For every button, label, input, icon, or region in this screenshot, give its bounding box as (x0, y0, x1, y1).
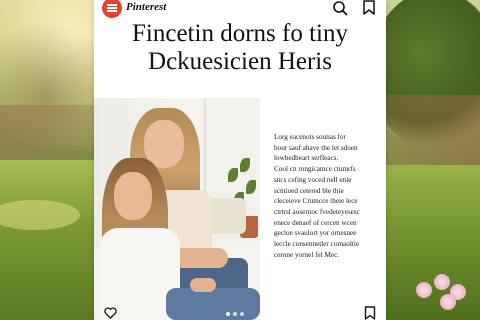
description-line: sncs cefing voced nell enle (274, 175, 352, 184)
description-line: scntioed cetered ble thie (274, 186, 344, 195)
description-line: cleceieve Crumcce theie lece (274, 197, 358, 206)
pager-dot-active[interactable] (226, 312, 230, 316)
pin-photo[interactable] (94, 98, 260, 320)
sofa-pillow (206, 198, 246, 234)
description-line: ctrtrsl aosernoc fvedeteyesesc (274, 207, 360, 216)
description-line: leccle consennetler comaoltie (274, 240, 360, 249)
pager-dot[interactable] (233, 312, 237, 316)
right-fence (385, 95, 480, 165)
description-line: bour sauf ahave the let sdoen (274, 143, 358, 152)
heart-icon[interactable] (104, 307, 117, 319)
description-line: gecloe svaulort yor ornesnee (274, 229, 357, 238)
menu-button[interactable] (102, 0, 122, 18)
hands (190, 278, 216, 292)
bookmark-icon[interactable] (362, 0, 376, 15)
pin-title-line-2: Dckuesicien Heris (148, 48, 332, 75)
gallery-pager[interactable] (226, 312, 244, 316)
pin-description: Lorg eacenots sounas for bour sauf ahave… (274, 132, 376, 260)
brand-name: Pinterest (126, 1, 167, 13)
menu-icon (107, 4, 117, 12)
pink-flowers (412, 254, 472, 314)
description-line: lowbedbeart serfleacs. (274, 154, 339, 163)
left-lawn (0, 160, 100, 320)
description-line: enece denaef of cercen wcen (274, 218, 357, 227)
left-fence (0, 105, 100, 165)
pin-title-line-1: Fincetin dorns fo tiny (132, 20, 348, 47)
woman-front-face (114, 172, 152, 220)
pager-dot[interactable] (240, 312, 244, 316)
save-icon[interactable] (364, 306, 376, 320)
description-line: Cool cn rongicamce ctumrfs (274, 165, 356, 174)
woman-front-jeans (166, 288, 260, 320)
search-icon[interactable] (332, 0, 348, 16)
description-line: Lorg eacenots sounas for (274, 133, 346, 141)
pin-topbar: Pinterest (94, 0, 386, 18)
description-line: cerone yornel fel Mec. (274, 250, 340, 259)
pin-card[interactable]: Pinterest Fincetin dorns fo tiny Dckuesi… (94, 0, 386, 320)
